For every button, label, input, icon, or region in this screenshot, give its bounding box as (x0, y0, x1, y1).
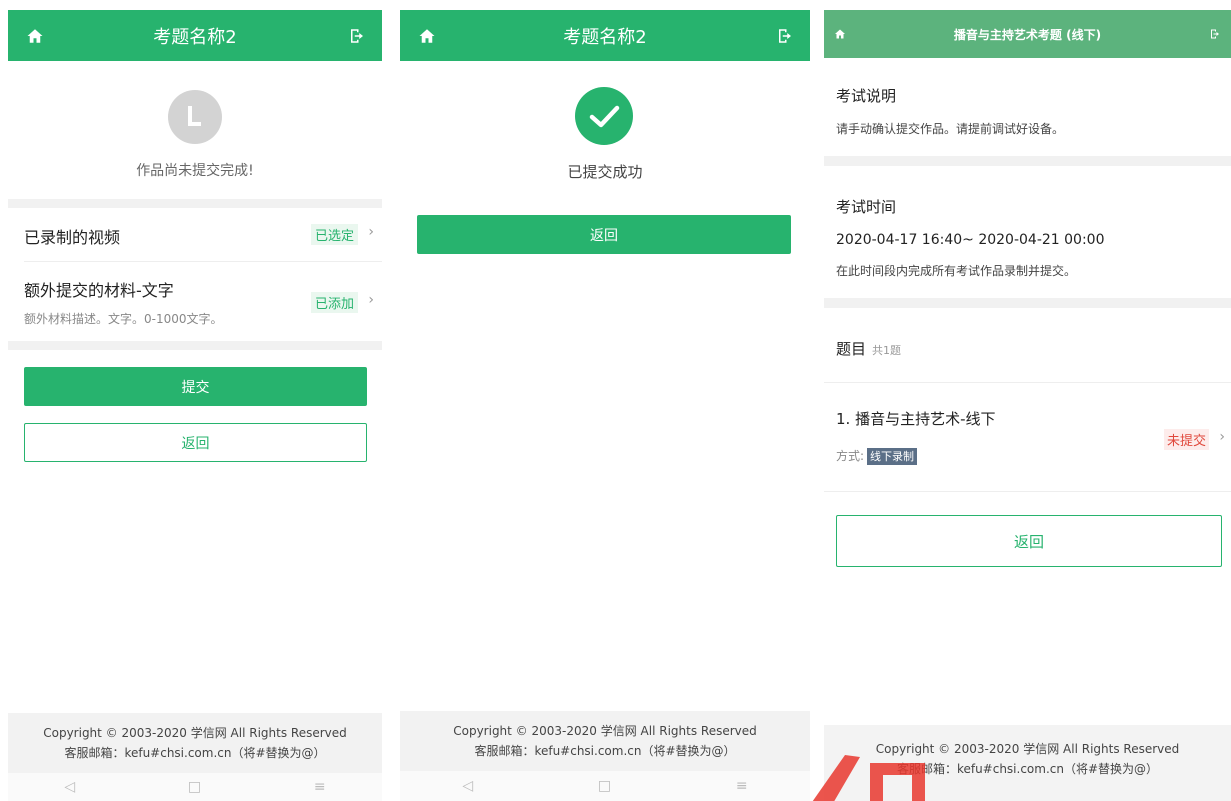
back-button[interactable]: 返回 (417, 215, 791, 254)
nav-back-icon[interactable]: ◁ (64, 779, 75, 795)
exit-icon[interactable] (776, 27, 794, 45)
support-email-text: 客服邮箱：kefu#chsi.com.cn（将#替换为@） (474, 744, 736, 758)
support-email-text: 客服邮箱：kefu#chsi.com.cn（将#替换为@） (64, 746, 326, 760)
questions-title: 题目 (836, 340, 867, 358)
divider (824, 298, 1231, 308)
questions-count: 共1题 (872, 344, 902, 357)
watermark-stamp (812, 755, 925, 801)
exam-time-title: 考试时间 (836, 198, 897, 216)
clock-icon (168, 90, 222, 144)
nav-menu-icon[interactable]: ≡ (736, 778, 748, 794)
question-name: 1. 播音与主持艺术-线下 (836, 410, 996, 428)
divider (24, 261, 382, 262)
list-item-label: 额外提交的材料-文字 (24, 281, 174, 300)
divider (824, 156, 1231, 166)
nav-home-icon[interactable]: □ (598, 778, 611, 794)
list-item-label: 已录制的视频 (24, 228, 121, 247)
panel-pending-submission: 考题名称2 作品尚未提交完成! 已录制的视频 已选定 › 额外提交的材料-文字 … (8, 0, 382, 801)
questions-heading: 题目 共1题 (836, 338, 901, 359)
copyright-text: Copyright © 2003-2020 学信网 All Rights Res… (43, 726, 347, 740)
panel-submitted: 考题名称2 已提交成功 返回 Copyright © 2003-2020 学信网… (400, 0, 810, 801)
exit-icon[interactable] (348, 27, 366, 45)
system-nav-bar: ◁ □ ≡ (400, 771, 810, 801)
divider (824, 491, 1231, 492)
footer: Copyright © 2003-2020 学信网 All Rights Res… (8, 713, 382, 773)
exam-description-title: 考试说明 (836, 87, 897, 105)
page-title: 考题名称2 (563, 26, 647, 48)
divider (8, 341, 382, 350)
exam-description-text: 请手动确认提交作品。请提前调试好设备。 (836, 122, 1065, 136)
header-bar: 播音与主持艺术考题 (线下) (824, 10, 1231, 58)
submit-button[interactable]: 提交 (24, 367, 367, 406)
status-badge: 未提交 (1163, 429, 1209, 450)
method-label: 方式: (836, 449, 865, 463)
divider (8, 199, 382, 208)
page-title: 考题名称2 (153, 26, 237, 48)
status-message: 已提交成功 (567, 163, 643, 181)
chevron-right-icon: › (368, 292, 374, 308)
status-message: 作品尚未提交完成! (136, 163, 254, 179)
home-icon[interactable] (26, 27, 44, 45)
home-icon[interactable] (418, 27, 436, 45)
exit-icon[interactable] (1209, 28, 1221, 40)
list-item-description: 额外材料描述。文字。0-1000文字。 (24, 312, 223, 326)
nav-back-icon[interactable]: ◁ (462, 778, 473, 794)
system-nav-bar: ◁ □ ≡ (8, 773, 382, 801)
footer: Copyright © 2003-2020 学信网 All Rights Res… (400, 711, 810, 771)
home-icon[interactable] (834, 28, 846, 40)
page-title: 播音与主持艺术考题 (线下) (953, 27, 1102, 42)
panel-exam-details: 播音与主持艺术考题 (线下) 考试说明 请手动确认提交作品。请提前调试好设备。 … (824, 0, 1231, 801)
header-bar: 考题名称2 (400, 10, 810, 61)
status-badge: 已添加 (310, 292, 358, 313)
chevron-right-icon: › (1219, 429, 1225, 445)
back-button[interactable]: 返回 (24, 423, 367, 462)
header-bar: 考题名称2 (8, 10, 382, 61)
method-tag: 线下录制 (867, 448, 918, 465)
status-badge: 已选定 (310, 224, 358, 245)
chevron-right-icon: › (368, 224, 374, 240)
copyright-text: Copyright © 2003-2020 学信网 All Rights Res… (453, 724, 757, 738)
check-circle-icon (575, 87, 633, 145)
back-button[interactable]: 返回 (836, 515, 1222, 567)
exam-time-range: 2020-04-17 16:40~ 2020-04-21 00:00 (836, 232, 1105, 248)
nav-menu-icon[interactable]: ≡ (314, 779, 326, 795)
exam-time-note: 在此时间段内完成所有考试作品录制并提交。 (836, 264, 1077, 278)
divider (824, 382, 1231, 383)
question-method: 方式: 线下录制 (836, 447, 918, 465)
nav-home-icon[interactable]: □ (188, 779, 201, 795)
